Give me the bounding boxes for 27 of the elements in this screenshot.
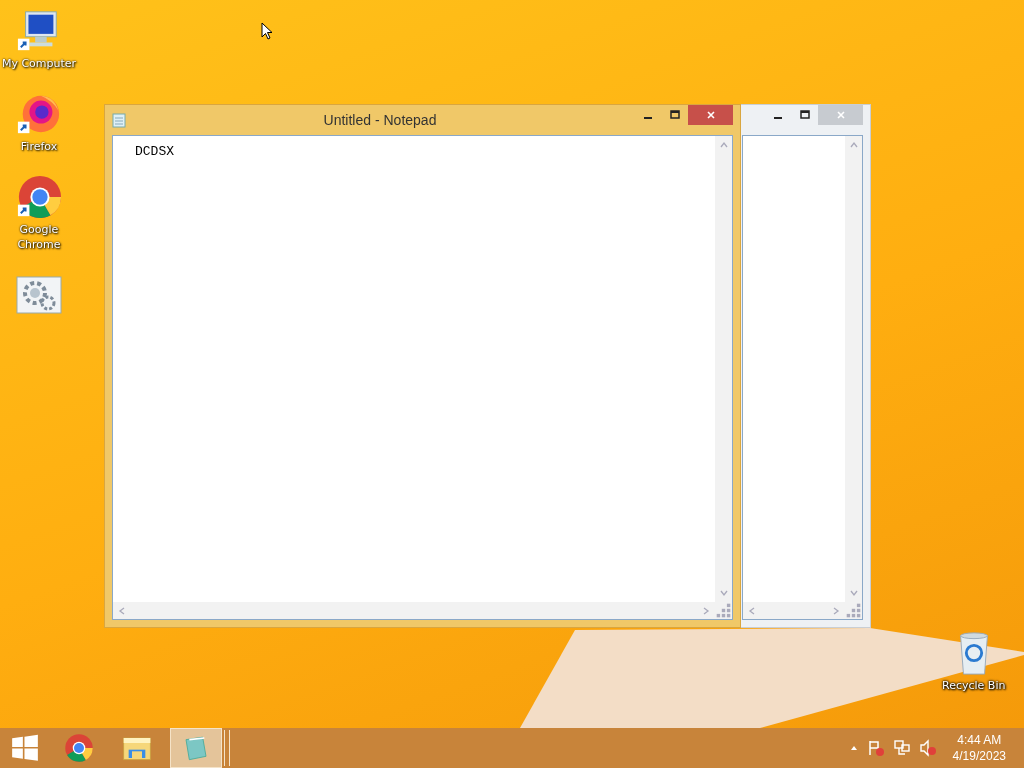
window-stack-icon [224, 730, 230, 766]
horizontal-scrollbar[interactable] [743, 602, 845, 619]
mouse-cursor-icon [261, 22, 273, 40]
maximize-icon [799, 110, 810, 120]
speaker-muted-icon[interactable] [918, 739, 937, 757]
vertical-scrollbar[interactable] [845, 136, 862, 602]
icon-label[interactable]: Recycle Bin [942, 678, 1006, 693]
flag-error-icon[interactable] [866, 739, 885, 757]
close-icon [835, 110, 846, 120]
chrome-icon[interactable] [15, 174, 63, 220]
maximize-icon [669, 110, 680, 120]
minimize-icon [773, 117, 782, 119]
icon-label[interactable]: Firefox [20, 139, 58, 154]
clock[interactable]: 4:44 AM 4/19/2023 [944, 732, 1006, 764]
notepad-taskbar-button[interactable] [170, 728, 222, 768]
chrome-icon [64, 733, 94, 763]
vertical-scrollbar[interactable] [715, 136, 732, 602]
network-icon[interactable] [892, 739, 911, 757]
close-icon [705, 110, 716, 120]
windows-logo-icon [10, 733, 40, 763]
minimize-icon [643, 117, 652, 119]
horizontal-scrollbar[interactable] [113, 602, 715, 619]
icon-label[interactable]: My Computer [1, 56, 77, 71]
window-title: Untitled - Notepad [322, 112, 438, 128]
document-text: DCDSX [135, 144, 174, 159]
notepad-icon [112, 112, 126, 128]
icon-label[interactable]: Google Chrome [1, 222, 77, 252]
